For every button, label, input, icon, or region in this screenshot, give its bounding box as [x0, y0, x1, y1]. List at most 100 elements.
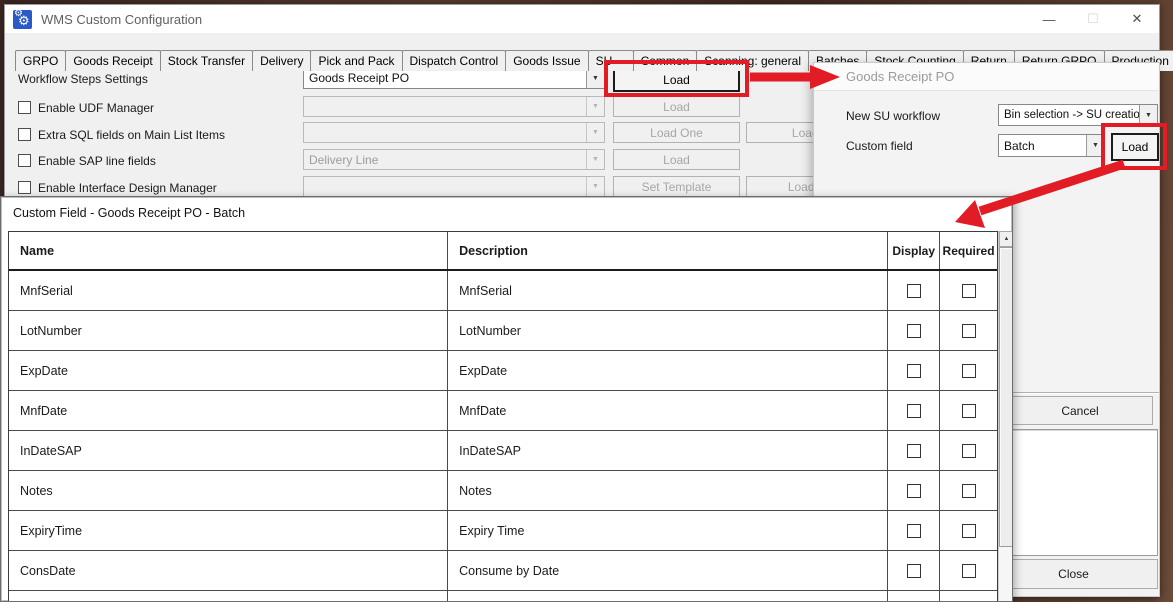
cell-required — [940, 471, 997, 510]
cell-name: InDateSAP — [9, 431, 448, 470]
panel-listbox[interactable] — [991, 429, 1158, 556]
display-checkbox[interactable] — [907, 444, 921, 458]
app-icon: ⚙ ⚙ — [13, 10, 32, 29]
required-checkbox[interactable] — [962, 524, 976, 538]
cell-name: MnfSerial — [9, 271, 448, 310]
display-checkbox[interactable] — [907, 564, 921, 578]
extra-sql-fields-label: Extra SQL fields on Main List Items — [38, 128, 225, 142]
required-checkbox[interactable] — [962, 284, 976, 298]
enable-udf-manager-checkbox[interactable] — [18, 101, 31, 114]
tab-dispatch-control[interactable]: Dispatch Control — [402, 50, 507, 71]
tab-common[interactable]: Common — [633, 50, 698, 71]
tab-scanning-general[interactable]: Scanning: general — [696, 50, 809, 71]
table-row: NotesNotes — [9, 471, 997, 511]
required-checkbox[interactable] — [962, 324, 976, 338]
table-row: MnfDateMnfDate — [9, 391, 997, 431]
table-row: MnfSerialMnfSerial — [9, 271, 997, 311]
enable-udf-manager-label: Enable UDF Manager — [38, 101, 154, 115]
tab-stock-transfer[interactable]: Stock Transfer — [160, 50, 253, 71]
scrollbar-thumb[interactable] — [999, 247, 1013, 547]
table-row: ExpiryTimeExpiry Time — [9, 511, 997, 551]
window-title: WMS Custom Configuration — [41, 12, 202, 27]
tab-goods-receipt[interactable]: Goods Receipt — [65, 50, 160, 71]
display-checkbox[interactable] — [907, 364, 921, 378]
load-udf-button: Load — [613, 96, 740, 117]
cell-required — [940, 511, 997, 550]
gear-icon: ⚙ — [18, 13, 30, 29]
cell-display — [888, 351, 940, 390]
custom-field-combo[interactable]: Batch ▼ — [998, 134, 1105, 157]
load-custom-field-button[interactable]: Load — [1111, 133, 1159, 161]
tab-delivery[interactable]: Delivery — [252, 50, 311, 71]
column-header-name: Name — [9, 232, 448, 269]
title-bar: ⚙ ⚙ WMS Custom Configuration — ☐ ✕ — [5, 5, 1159, 33]
sap-line-combo: Delivery Line ▼ — [303, 149, 605, 170]
extra-sql-combo: ▼ — [303, 122, 605, 143]
column-header-display: Display — [888, 232, 940, 269]
cell-description: Consume by Date — [448, 551, 888, 590]
interface-design-combo: ▼ — [303, 176, 605, 197]
cell-required — [940, 391, 997, 430]
cell-name: ConsDate — [9, 551, 448, 590]
custom-field-dialog-title: Custom Field - Goods Receipt PO - Batch — [13, 206, 245, 220]
display-checkbox[interactable] — [907, 404, 921, 418]
custom-field-label: Custom field — [846, 139, 913, 153]
tab-goods-issue[interactable]: Goods Issue — [505, 50, 588, 71]
cell-display — [888, 471, 940, 510]
column-header-description: Description — [448, 232, 888, 269]
cell-display — [888, 391, 940, 430]
custom-field-table: Name Description Display Required MnfSer… — [8, 231, 998, 602]
cell-name: LotNumber — [9, 311, 448, 350]
enable-sap-line-fields-label: Enable SAP line fields — [38, 154, 156, 168]
cancel-button[interactable]: Cancel — [1007, 396, 1153, 425]
cell-display — [888, 431, 940, 470]
required-checkbox[interactable] — [962, 444, 976, 458]
table-row: InDateSAPInDateSAP — [9, 431, 997, 471]
cell-description: MnfSerial — [448, 271, 888, 310]
chevron-down-icon[interactable]: ▼ — [1086, 135, 1104, 156]
table-header-row: Name Description Display Required — [9, 232, 997, 271]
cell-name: Notes — [9, 471, 448, 510]
required-checkbox[interactable] — [962, 564, 976, 578]
set-template-button: Set Template — [613, 176, 740, 197]
close-button[interactable]: Close — [989, 559, 1158, 589]
tab-su[interactable]: SU — [588, 50, 634, 71]
cell-display — [888, 511, 940, 550]
chevron-down-icon[interactable]: ▼ — [586, 68, 604, 88]
required-checkbox[interactable] — [962, 364, 976, 378]
new-su-workflow-combo[interactable]: Bin selection -> SU creation ▼ — [998, 104, 1158, 126]
required-checkbox[interactable] — [962, 484, 976, 498]
close-icon[interactable]: ✕ — [1115, 5, 1159, 33]
chevron-down-icon: ▼ — [586, 150, 604, 169]
table-scrollbar[interactable]: ▲ — [998, 231, 1013, 601]
extra-sql-fields-checkbox[interactable] — [18, 128, 31, 141]
required-checkbox[interactable] — [962, 404, 976, 418]
cell-required — [940, 551, 997, 590]
enable-interface-design-manager-checkbox[interactable] — [18, 181, 31, 194]
column-header-required: Required — [940, 232, 997, 269]
display-checkbox[interactable] — [907, 524, 921, 538]
scroll-up-icon[interactable]: ▲ — [999, 231, 1013, 247]
workflow-steps-settings-label: Workflow Steps Settings — [18, 72, 148, 86]
tab-grpo[interactable]: GRPO — [15, 50, 66, 71]
cell-description: Notes — [448, 471, 888, 510]
load-one-button: Load One — [613, 122, 740, 143]
cell-description — [448, 591, 888, 602]
cell-name: ExpiryTime — [9, 511, 448, 550]
display-checkbox[interactable] — [907, 484, 921, 498]
enable-sap-line-fields-checkbox[interactable] — [18, 154, 31, 167]
display-checkbox[interactable] — [907, 324, 921, 338]
cell-required — [940, 271, 997, 310]
cell-display — [888, 271, 940, 310]
minimize-button[interactable]: — — [1027, 5, 1071, 33]
table-row — [9, 591, 997, 602]
cell-display — [888, 551, 940, 590]
load-sap-button: Load — [613, 149, 740, 170]
cell-name: MnfDate — [9, 391, 448, 430]
display-checkbox[interactable] — [907, 284, 921, 298]
tab-pick-and-pack[interactable]: Pick and Pack — [310, 50, 402, 71]
maximize-button: ☐ — [1071, 5, 1115, 33]
cell-name — [9, 591, 448, 602]
cell-required — [940, 591, 997, 602]
chevron-down-icon[interactable]: ▼ — [1139, 105, 1157, 125]
